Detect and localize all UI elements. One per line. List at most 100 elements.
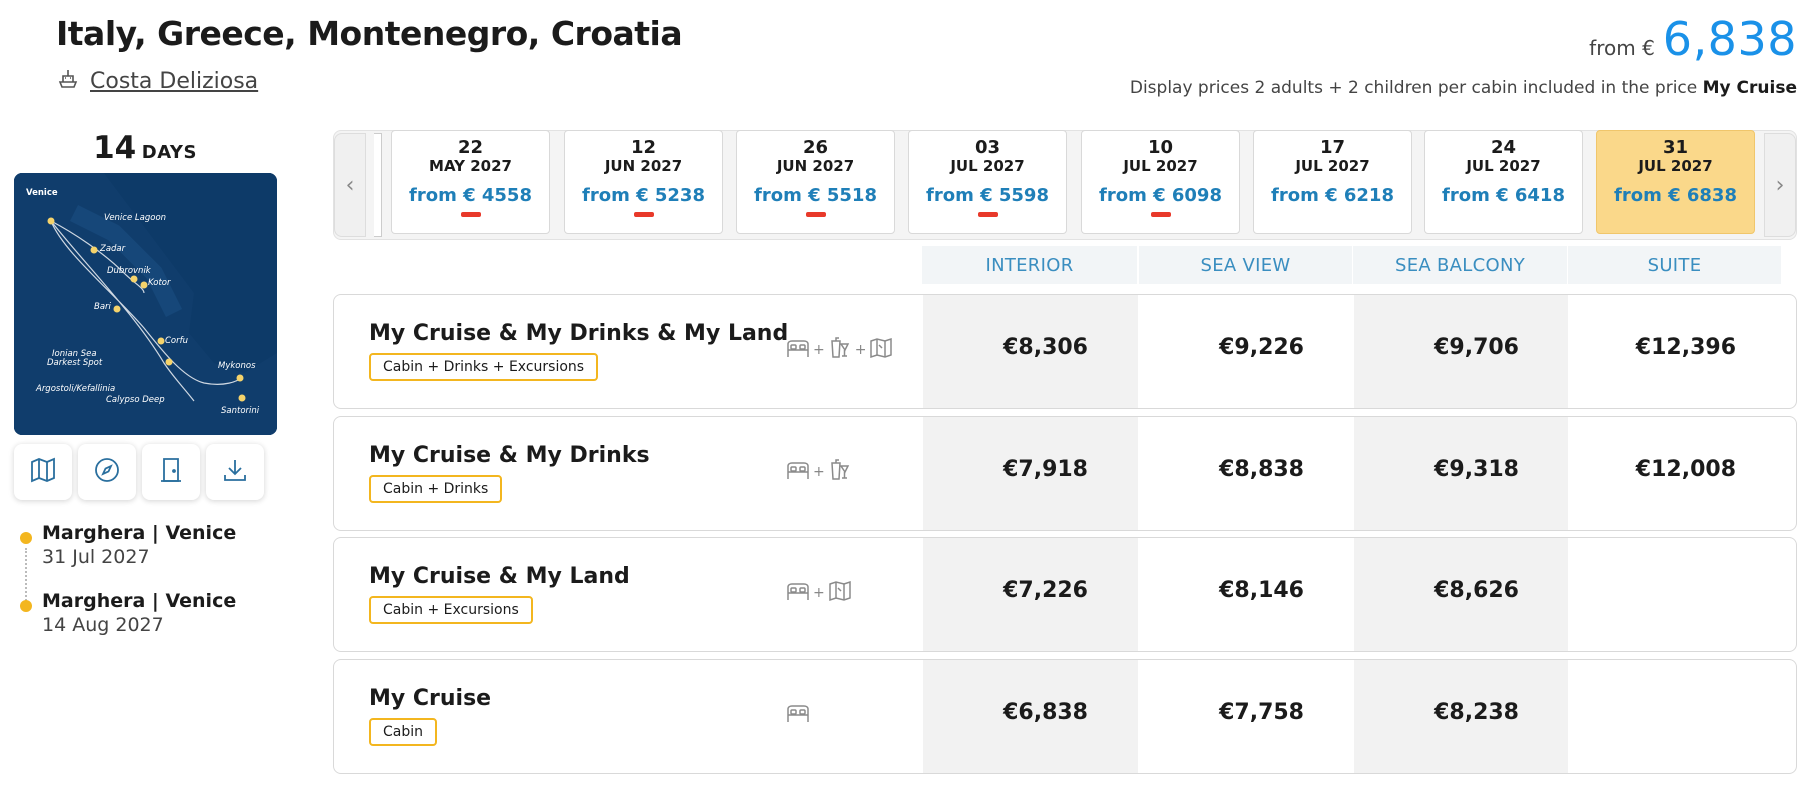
date-card[interactable]: 17 JUL 2027 from € 6218 <box>1253 130 1412 234</box>
svg-text:Argostoli/Kefallinia: Argostoli/Kefallinia <box>35 384 115 394</box>
package-badge: Cabin + Drinks + Excursions <box>369 353 599 381</box>
date-card[interactable]: 10 JUL 2027 from € 6098 <box>1081 130 1240 234</box>
bed-icon <box>785 578 811 608</box>
ship-icon <box>56 66 80 96</box>
svg-text:Santorini: Santorini <box>221 406 260 416</box>
svg-text:Venice Lagoon: Venice Lagoon <box>104 213 166 223</box>
chevron-right-icon: › <box>1775 172 1785 198</box>
cabin-price[interactable]: €7,226 <box>1003 578 1088 603</box>
svg-text:Venice: Venice <box>26 188 58 198</box>
cabin-price[interactable]: €9,318 <box>1434 457 1519 482</box>
cabin-price[interactable]: €6,838 <box>1003 700 1088 725</box>
chevron-left-icon: ‹ <box>345 172 355 198</box>
date-day: 03 <box>974 137 1001 158</box>
date-card[interactable]: 24 JUL 2027 from € 6418 <box>1424 130 1583 234</box>
cabin-price[interactable]: €7,918 <box>1003 457 1088 482</box>
package-name: My Cruise & My Land <box>369 564 630 589</box>
plus-sign: + <box>813 585 825 601</box>
compass-icon <box>92 455 122 489</box>
ship-name[interactable]: Costa Deliziosa <box>90 69 258 94</box>
cabin-price[interactable]: €12,008 <box>1636 457 1736 482</box>
display-note-text: Display prices 2 adults + 2 children per… <box>1129 78 1698 98</box>
from-amount: 6,838 <box>1662 12 1797 66</box>
date-day: 22 <box>457 137 484 158</box>
display-note-package: My Cruise <box>1702 78 1797 98</box>
stop-place: Marghera | Venice <box>42 522 237 544</box>
map-view-button[interactable] <box>14 444 72 500</box>
availability-bar <box>460 212 481 217</box>
date-month-year: JUL 2027 <box>1123 157 1198 175</box>
bed-icon <box>785 457 811 487</box>
svg-text:Kotor: Kotor <box>148 278 171 288</box>
drinks-icon <box>827 457 853 487</box>
date-card[interactable]: 12 JUN 2027 from € 5238 <box>564 130 723 234</box>
compass-button[interactable] <box>78 444 136 500</box>
download-icon <box>220 455 250 489</box>
package-badge: Cabin <box>369 718 438 746</box>
days-number: 14 <box>93 130 137 166</box>
package-row[interactable]: My Cruise Cabin €6,838 €7,758 €8,238 <box>333 659 1797 774</box>
cabin-header-interior: INTERIOR <box>922 246 1137 284</box>
date-card[interactable]: 22 MAY 2027 from € 4558 <box>391 130 550 234</box>
date-day: 17 <box>1319 137 1346 158</box>
svg-text:Darkest Spot: Darkest Spot <box>47 358 103 368</box>
stop-date: 31 Jul 2027 <box>42 546 150 568</box>
svg-text:Corfu: Corfu <box>165 336 188 346</box>
cabin-price[interactable]: €8,838 <box>1219 457 1304 482</box>
stop-place: Marghera | Venice <box>42 590 237 612</box>
package-icons: + <box>785 578 853 608</box>
timeline-stop-departure: Marghera | Venice 31 Jul 2027 <box>20 522 236 568</box>
plus-sign: + <box>813 464 825 480</box>
cabin-price[interactable]: €8,238 <box>1434 700 1519 725</box>
map-icon <box>28 455 58 489</box>
ship-link[interactable]: Costa Deliziosa <box>56 66 258 96</box>
package-name: My Cruise <box>369 686 492 711</box>
cabin-price[interactable]: €7,758 <box>1219 700 1304 725</box>
download-button[interactable] <box>206 444 264 500</box>
date-day: 10 <box>1147 137 1174 158</box>
package-row[interactable]: My Cruise & My Drinks & My Land Cabin + D… <box>333 294 1797 409</box>
carousel-next-button[interactable]: › <box>1764 133 1796 237</box>
package-icons <box>785 700 811 730</box>
cabin-price[interactable]: €8,626 <box>1434 578 1519 603</box>
svg-text:Calypso Deep: Calypso Deep <box>106 395 165 405</box>
package-icons: + <box>785 457 853 487</box>
plus-sign: + <box>854 342 867 358</box>
date-card[interactable]: 26 JUN 2027 from € 5518 <box>736 130 895 234</box>
cabin-price[interactable]: €9,226 <box>1219 335 1304 360</box>
date-day: 12 <box>630 137 657 158</box>
itinerary-timeline: Marghera | Venice 31 Jul 2027 Marghera |… <box>20 522 236 658</box>
date-month-year: JUL 2027 <box>1466 157 1541 175</box>
date-day: 24 <box>1490 137 1517 158</box>
stop-date: 14 Aug 2027 <box>42 614 164 636</box>
page-title: Italy, Greece, Montenegro, Croatia <box>56 14 683 53</box>
date-month-year: JUL 2027 <box>1638 157 1713 175</box>
date-price: from € 5598 <box>926 185 1049 206</box>
cabin-price[interactable]: €8,146 <box>1219 578 1304 603</box>
date-card[interactable]: 31 JUL 2027 from € 6838 <box>1596 130 1755 234</box>
map-graphic: Venice Venice Lagoon Zadar Dubrovnik Kot… <box>14 173 277 435</box>
cabin-price[interactable]: €9,706 <box>1434 335 1519 360</box>
package-badge: Cabin + Excursions <box>369 596 533 624</box>
door-icon <box>156 455 186 489</box>
date-price: from € 6838 <box>1614 185 1737 206</box>
package-icons: + + <box>785 335 894 365</box>
package-row[interactable]: My Cruise & My Land Cabin + Excursions + €7… <box>333 537 1797 652</box>
package-row[interactable]: My Cruise & My Drinks Cabin + Drinks + €7,9… <box>333 416 1797 531</box>
itinerary-map[interactable]: Venice Venice Lagoon Zadar Dubrovnik Kot… <box>14 173 277 435</box>
carousel-prev-button[interactable]: ‹ <box>334 133 366 237</box>
date-month-year: MAY 2027 <box>429 157 512 175</box>
availability-bar <box>805 212 826 217</box>
display-note: Display prices 2 adults + 2 children per… <box>1130 78 1797 98</box>
map-icon <box>868 335 894 365</box>
package-name: My Cruise & My Drinks & My Land <box>369 321 789 346</box>
cabin-price[interactable]: €12,396 <box>1636 335 1736 360</box>
cabin-price[interactable]: €8,306 <box>1003 335 1088 360</box>
date-card[interactable]: 03 JUL 2027 from € 5598 <box>908 130 1067 234</box>
cabin-door-button[interactable] <box>142 444 200 500</box>
stop-dot <box>20 600 32 612</box>
svg-text:Zadar: Zadar <box>99 244 126 254</box>
availability-bar <box>1150 212 1171 217</box>
plus-sign: + <box>813 342 825 358</box>
bed-icon <box>785 335 811 365</box>
